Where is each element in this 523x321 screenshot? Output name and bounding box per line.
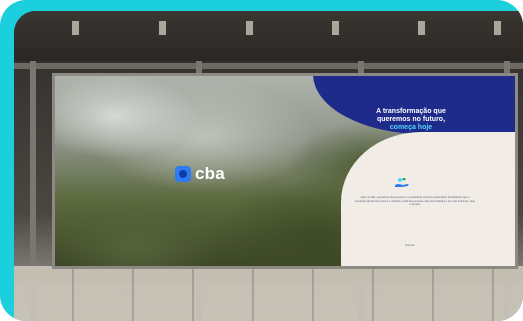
headline-line-2: queremos no futuro, [376, 116, 446, 123]
headline-accent: começa hoje [389, 124, 433, 131]
shelter-roof [14, 11, 523, 61]
roof-light [72, 21, 79, 35]
pavement [14, 266, 523, 321]
headline-line-1: A transformação que [376, 108, 446, 115]
roof-light [494, 21, 501, 35]
roof-light [246, 21, 253, 35]
brand-name: cba [195, 164, 225, 183]
fine-print: cba.com [405, 244, 415, 247]
shelter-beam [14, 63, 523, 69]
bus-stop-photo: cba A transformação que queremos no futu… [14, 11, 523, 321]
roof-light [159, 21, 166, 35]
body-text: Aqui na CBA, pensamos nas pessoas e no p… [355, 196, 475, 207]
brand-logo: cba [175, 164, 225, 184]
logo-mark-icon [175, 166, 191, 182]
roof-light [418, 21, 425, 35]
hand-icon [395, 178, 409, 187]
billboard: cba A transformação que queremos no futu… [52, 73, 518, 269]
roof-light [332, 21, 339, 35]
headline: A transformação que queremos no futuro, … [347, 108, 475, 132]
image-frame: cba A transformação que queremos no futu… [0, 0, 523, 321]
